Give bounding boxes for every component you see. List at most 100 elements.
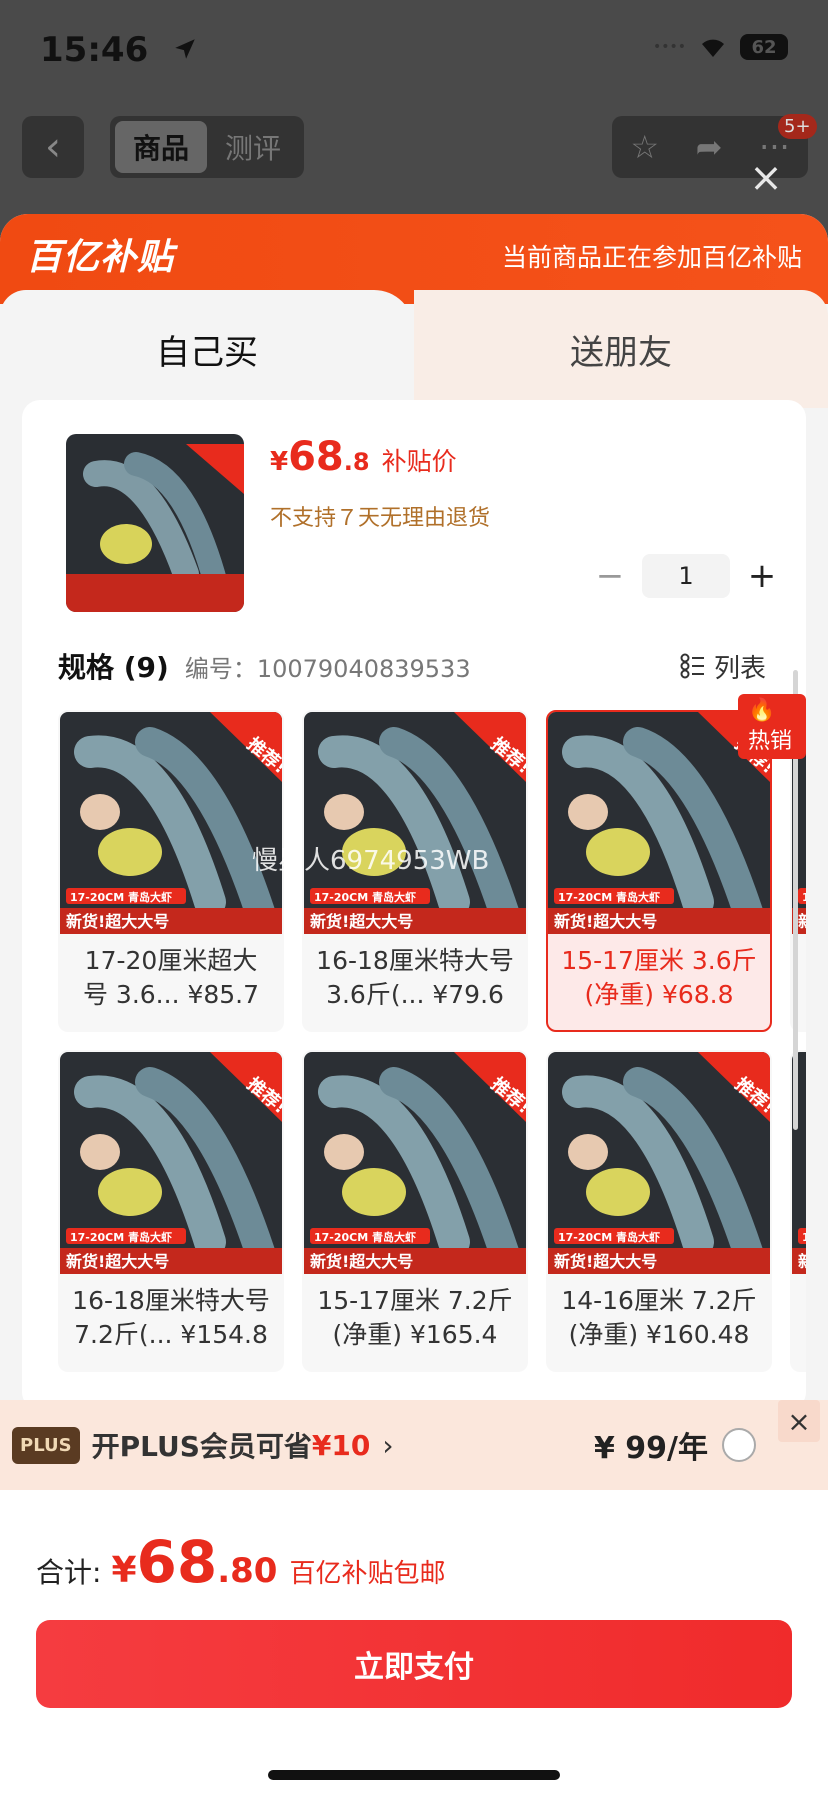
tab-gift-friend[interactable]: 送朋友 — [414, 290, 828, 408]
buy-tabs: 自己买 送朋友 — [0, 290, 828, 408]
svg-text:17-20CM 青岛大虾: 17-20CM 青岛大虾 — [802, 1230, 806, 1244]
svg-text:17-20CM 青岛大虾: 17-20CM 青岛大虾 — [314, 890, 416, 904]
plus-text: 开PLUS会员可省 — [91, 1430, 312, 1463]
svg-text:17-20CM 青岛大虾: 17-20CM 青岛大虾 — [70, 1230, 172, 1244]
sku-label-line1: 16-18厘米特大号 — [72, 1286, 270, 1315]
svg-text:新货!超大大号: 新货!超大大号 — [554, 912, 657, 931]
shrimp-image: 推荐! 17-20CM 青岛大虾 新货!超大大号 — [548, 1052, 770, 1274]
sku-option[interactable]: 推荐! 17-20CM 青岛大虾 新货!超大大号 15-17厘米 7.2斤 (净重… — [302, 1050, 528, 1372]
svg-text:17-20CM 青岛大虾: 17-20CM 青岛大虾 — [558, 1230, 660, 1244]
svg-text:新货!超大大号: 新货!超大大号 — [66, 912, 169, 931]
price-currency: ¥ — [270, 447, 289, 477]
sku-label-line2: 7.2斤(... ¥154.8 — [74, 1320, 268, 1349]
list-icon — [680, 653, 704, 679]
watermark: 慢星人6974953WB — [252, 846, 490, 876]
purchase-sheet: 百亿补贴 当前商品正在参加百亿补贴 自己买 送朋友 ¥ 68 .8 补贴价 不支… — [0, 214, 828, 1793]
svg-text:17-20CM 青岛大虾: 17-20CM 青岛大虾 — [70, 890, 172, 904]
sku-label-line2: (净重) ¥160.48 — [568, 1320, 750, 1349]
product-card: ¥ 68 .8 补贴价 不支持７天无理由退货 − 1 + 规格 (9) 编号：1… — [22, 400, 806, 1410]
back-button[interactable]: ‹ — [22, 116, 84, 178]
sku-label: 15-17厘米 3.6斤 (净重) ¥68.8 — [552, 944, 766, 1012]
list-view-label: 列表 — [713, 653, 766, 684]
share-icon[interactable]: ➦ — [696, 128, 723, 166]
price-integer: 68 — [288, 434, 344, 480]
return-policy: 不支持７天无理由退货 — [270, 506, 491, 531]
product-code: 编号：10079040839533 — [184, 654, 471, 683]
sku-label: 17-20厘米超大号 3.6... ¥85.7 — [64, 944, 278, 1012]
svg-text:新货!超大大号: 新货!超大大号 — [798, 1252, 806, 1271]
header-tabs: 商品 测评 — [110, 116, 304, 178]
close-icon[interactable]: × — [748, 158, 784, 198]
total-currency: ¥ — [111, 1550, 137, 1591]
svg-text:新货!超大大号: 新货!超大大号 — [798, 912, 806, 931]
chevron-right-icon: › — [382, 1428, 394, 1462]
total-integer: 68 — [136, 1528, 218, 1596]
sku-label-line1: 15-17厘米 7.2斤 — [317, 1286, 513, 1315]
sku-label-line1: 14-16厘米 7.2斤 — [561, 1286, 757, 1315]
subsidy-tip: 当前商品正在参加百亿补贴 — [501, 243, 802, 272]
sku-label-line1: 15-17厘米 3.6斤 — [561, 946, 757, 975]
sku-option[interactable]: 推荐! 17-20CM 青岛大虾 新货!超大大号 17-20厘米超大号 3.6.… — [58, 710, 284, 1032]
shrimp-image — [66, 434, 244, 612]
quantity-input[interactable]: 1 — [642, 554, 730, 598]
sku-label-line2: (净重) ¥165.4 — [332, 1320, 498, 1349]
location-arrow-icon — [175, 39, 195, 59]
home-indicator[interactable] — [268, 1770, 560, 1780]
sku-label-line2: 3.6斤(... ¥79.6 — [326, 980, 504, 1009]
svg-text:17-20CM 青岛大虾: 17-20CM 青岛大虾 — [802, 890, 806, 904]
close-icon[interactable]: × — [778, 1400, 820, 1442]
sku-label: 15-17厘米 7.2斤 (净重) ¥165.4 — [308, 1284, 522, 1352]
wifi-icon — [702, 39, 724, 57]
total-note: 百亿补贴包邮 — [289, 1559, 446, 1589]
sku-label-line2: 号 3.6... ¥85.7 — [82, 980, 260, 1009]
message-badge: 5+ — [778, 114, 817, 139]
tab-product[interactable]: 商品 — [115, 121, 207, 173]
svg-text:新货!超大大号: 新货!超大大号 — [310, 912, 413, 931]
total-row: 合计: ¥ 68 .80 百亿补贴包邮 — [36, 1528, 445, 1596]
plus-tag: PLUS — [12, 1426, 80, 1464]
shrimp-image: 推荐! 17-20CM 青岛大虾 新货!超大大号 — [60, 712, 282, 934]
checkout-area: 合计: ¥ 68 .80 百亿补贴包邮 立即支付 — [0, 1490, 828, 1793]
sku-label: 16-18厘米特大号 3.6斤(... ¥79.6 — [308, 944, 522, 1012]
status-time: 15:46 — [40, 30, 149, 70]
price-line: ¥ 68 .8 补贴价 — [270, 434, 457, 480]
total-decimal: .80 — [217, 1551, 278, 1591]
sku-option-selected[interactable]: 推荐! 17-20CM 青岛大虾 新货!超大大号 15-17厘米 3.6斤 (净重… — [546, 710, 772, 1032]
status-icons: •••• 62 — [653, 34, 788, 60]
shrimp-image: 推荐! 17-20CM 青岛大虾 新货!超大大号 — [304, 712, 526, 934]
plus-save-amount: ¥10 — [311, 1428, 371, 1462]
shrimp-image: 推荐! 17-20CM 青岛大虾 新货!超大大号 — [60, 1052, 282, 1274]
total-label: 合计: — [36, 1556, 102, 1589]
tab-review[interactable]: 测评 — [207, 121, 299, 173]
sku-label-line1: 17-20厘米超大 — [84, 946, 258, 975]
signal-icon: •••• — [652, 39, 686, 55]
shrimp-image: 推荐! 17-20CM 青岛大虾 新货!超大大号 — [548, 712, 770, 934]
sku-option[interactable]: 推荐! 17-20CM 青岛大虾 新货!超大大号 14-16厘米 7.2斤 (净重… — [546, 1050, 772, 1372]
quantity-stepper: − 1 + — [588, 554, 784, 598]
pay-button[interactable]: 立即支付 — [36, 1620, 792, 1708]
battery-level: 62 — [751, 36, 777, 58]
svg-text:17-20CM 青岛大虾: 17-20CM 青岛大虾 — [314, 1230, 416, 1244]
battery-icon: 62 — [740, 34, 788, 60]
product-thumbnail[interactable] — [66, 434, 244, 612]
sku-label: 16-18厘米特大号 7.2斤(... ¥154.8 — [64, 1284, 278, 1352]
status-bar: 15:46 •••• 62 — [0, 0, 828, 100]
sku-option[interactable]: 推荐! 17-20CM 青岛大虾 新货!超大大号 16-18厘米特大号 7.2斤(… — [58, 1050, 284, 1372]
hot-sale-badge: 🔥热销 — [738, 694, 806, 759]
spec-title: 规格 (9) — [58, 651, 169, 684]
hot-sale-label: 热销 — [748, 729, 793, 754]
svg-text:新货!超大大号: 新货!超大大号 — [66, 1252, 169, 1271]
sku-label: 14-16厘米 7.2斤 (净重) ¥160.48 — [552, 1284, 766, 1352]
star-icon[interactable]: ☆ — [630, 128, 659, 166]
plus-radio[interactable] — [722, 1428, 756, 1462]
spec-header: 规格 (9) 编号：10079040839533 列表 — [58, 646, 766, 686]
sku-grid: 推荐! 17-20CM 青岛大虾 新货!超大大号 17-20厘米超大号 3.6.… — [58, 710, 806, 1390]
svg-text:新货!超大大号: 新货!超大大号 — [310, 1252, 413, 1271]
plus-price: ¥ 99/年 — [593, 1431, 708, 1466]
decrease-button[interactable]: − — [588, 554, 632, 598]
increase-button[interactable]: + — [740, 554, 784, 598]
plus-promo-bar[interactable]: PLUS 开PLUS会员可省 ¥10 › ¥ 99/年 × — [0, 1400, 828, 1490]
list-view-toggle[interactable]: 列表 — [680, 648, 766, 685]
tab-buy-self[interactable]: 自己买 — [0, 290, 414, 408]
svg-text:17-20CM 青岛大虾: 17-20CM 青岛大虾 — [558, 890, 660, 904]
